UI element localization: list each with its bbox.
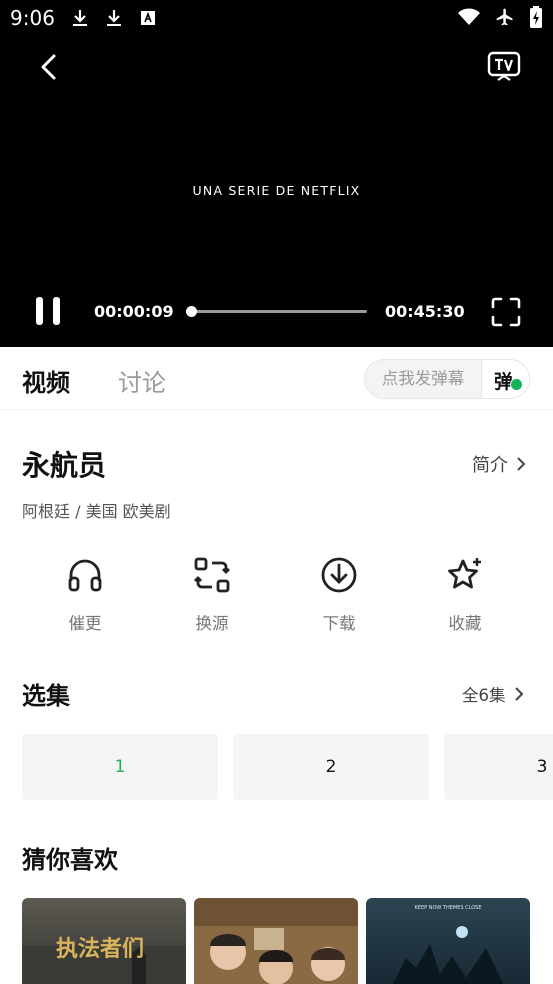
chevron-right-icon	[514, 687, 523, 701]
urge-update-button[interactable]: 催更	[45, 555, 125, 634]
fullscreen-icon[interactable]	[490, 296, 522, 328]
poster-image: KEEP NOW THEMES CLOSE	[366, 898, 530, 984]
star-icon	[448, 558, 481, 589]
current-time: 00:00:09	[94, 302, 174, 321]
episode-item[interactable]: 1	[22, 734, 218, 800]
video-player[interactable]: 9:06 UNA SERIE DE NETFLIX 00:00:09 00:45…	[0, 0, 553, 347]
seek-bar-thumb[interactable]	[185, 306, 197, 317]
intro-link[interactable]: 简介	[472, 451, 526, 477]
intro-label: 简介	[472, 455, 508, 476]
tab-video[interactable]: 视频	[22, 363, 70, 398]
recommendation-poster[interactable]: KEEP NOW THEMES CLOSE	[366, 898, 530, 984]
danmu-bar: 点我发弹幕 弹	[364, 359, 530, 399]
episode-item[interactable]: 3	[444, 734, 553, 800]
tv-cast-icon[interactable]	[486, 50, 522, 82]
action-label: 催更	[68, 614, 102, 633]
status-time: 9:06	[10, 6, 55, 30]
poster-title-text: 执法者们	[56, 937, 144, 962]
all-episodes-label: 全6集	[462, 686, 506, 705]
download-icon	[107, 10, 121, 26]
chevron-right-icon	[517, 457, 526, 471]
favorite-button[interactable]: 收藏	[425, 555, 505, 634]
pause-icon	[36, 297, 43, 325]
episodes-title: 选集	[22, 682, 70, 710]
status-bar: 9:06	[0, 0, 553, 36]
seek-bar[interactable]	[185, 306, 367, 317]
content-tabs: 视频 讨论 点我发弹幕 弹	[0, 347, 553, 410]
action-label: 换源	[195, 614, 229, 633]
total-time: 00:45:30	[385, 302, 465, 321]
poster-image	[194, 898, 358, 984]
recommendation-poster[interactable]	[194, 898, 358, 984]
status-icons-left	[70, 8, 158, 28]
switch-source-button[interactable]: 换源	[172, 555, 252, 634]
airplane-icon	[496, 8, 513, 26]
download-icon	[73, 10, 87, 26]
battery-charging-icon	[530, 6, 542, 28]
danmu-toggle[interactable]: 弹	[481, 360, 529, 398]
action-label: 收藏	[448, 614, 482, 633]
episode-list: 1 2 3	[22, 734, 553, 800]
download-button[interactable]: 下载	[299, 555, 379, 634]
recommendation-list: 执法者们 KEEP NOW THEMES CLOSE	[22, 898, 553, 984]
episode-item[interactable]: 2	[233, 734, 429, 800]
show-meta: 阿根廷 / 美国 欧美剧	[22, 502, 171, 521]
poster-image: 执法者们	[22, 898, 186, 984]
poster-title-text: KEEP NOW THEMES CLOSE	[415, 905, 482, 911]
download-circle-icon	[321, 557, 357, 593]
action-bar: 催更 换源 下载 收藏	[22, 555, 530, 635]
pause-button[interactable]	[34, 297, 64, 327]
recommendation-poster[interactable]: 执法者们	[22, 898, 186, 984]
recommendations-title: 猜你喜欢	[22, 846, 118, 874]
status-icons-right	[457, 6, 543, 28]
all-episodes-link[interactable]: 全6集	[462, 682, 524, 706]
pause-icon	[53, 297, 60, 325]
tab-discussion[interactable]: 讨论	[118, 363, 166, 398]
back-arrow-icon[interactable]	[34, 50, 64, 84]
switch-source-icon	[194, 557, 230, 593]
text-a-icon	[141, 11, 155, 25]
check-icon	[510, 378, 523, 391]
show-title: 永航员	[22, 449, 107, 482]
headphones-icon	[68, 559, 102, 592]
wifi-icon	[458, 8, 480, 25]
danmu-input[interactable]: 点我发弹幕	[365, 360, 481, 398]
action-label: 下载	[322, 614, 356, 633]
video-frame-caption: UNA SERIE DE NETFLIX	[192, 183, 361, 198]
